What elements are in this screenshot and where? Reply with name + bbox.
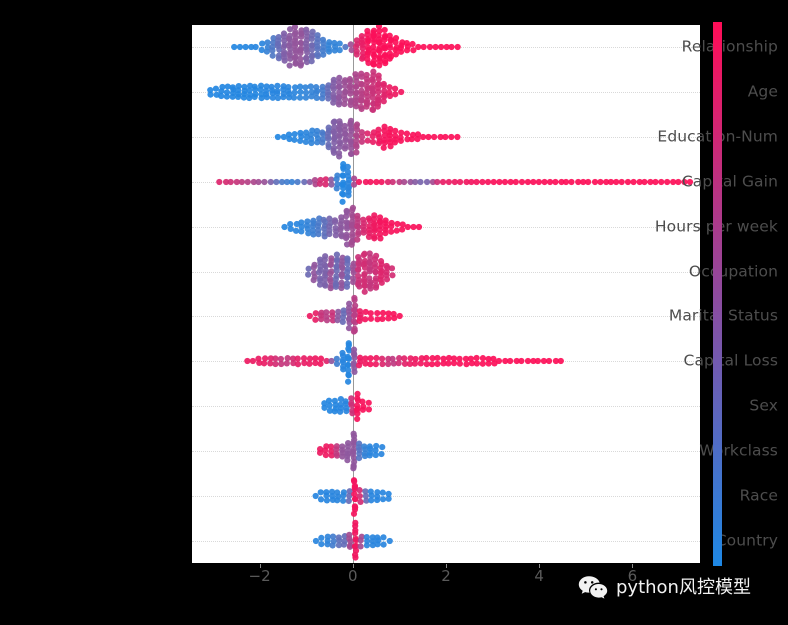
x-axis-tick-label: 4 [534, 567, 544, 585]
wechat-icon [578, 576, 608, 599]
y-axis-tick-label: Race [739, 486, 778, 504]
y-axis-tick-label: Workclass [699, 441, 778, 460]
x-axis-tick-label: −2 [248, 567, 271, 585]
watermark-text: python风控模型 [616, 577, 751, 598]
y-axis-tick-label: Occupation [688, 261, 778, 280]
y-axis-tick-label: Capital Gain [681, 172, 778, 191]
y-axis-tick-label: Marital Status [668, 306, 778, 325]
y-axis-tick-label: Sex [749, 396, 778, 415]
plot-area [192, 25, 700, 563]
y-axis-tick-label: Country [715, 530, 778, 549]
y-axis-tick-label: Age [747, 82, 778, 101]
y-axis-tick-label: Education-Num [612, 129, 788, 145]
y-axis-tick-label: Capital Loss [683, 351, 778, 370]
watermark: python风控模型 [578, 575, 751, 601]
shap-summary-figure: Relationship Age Education-Num Capital Gain… [0, 0, 788, 625]
feature-value-colorbar [713, 22, 722, 566]
x-axis-tick-label: 2 [441, 567, 451, 585]
y-axis-tick-label: Relationship [681, 37, 778, 56]
y-axis-tick-label: Hours per week [654, 217, 778, 235]
x-axis-tick-label: 0 [348, 567, 358, 585]
